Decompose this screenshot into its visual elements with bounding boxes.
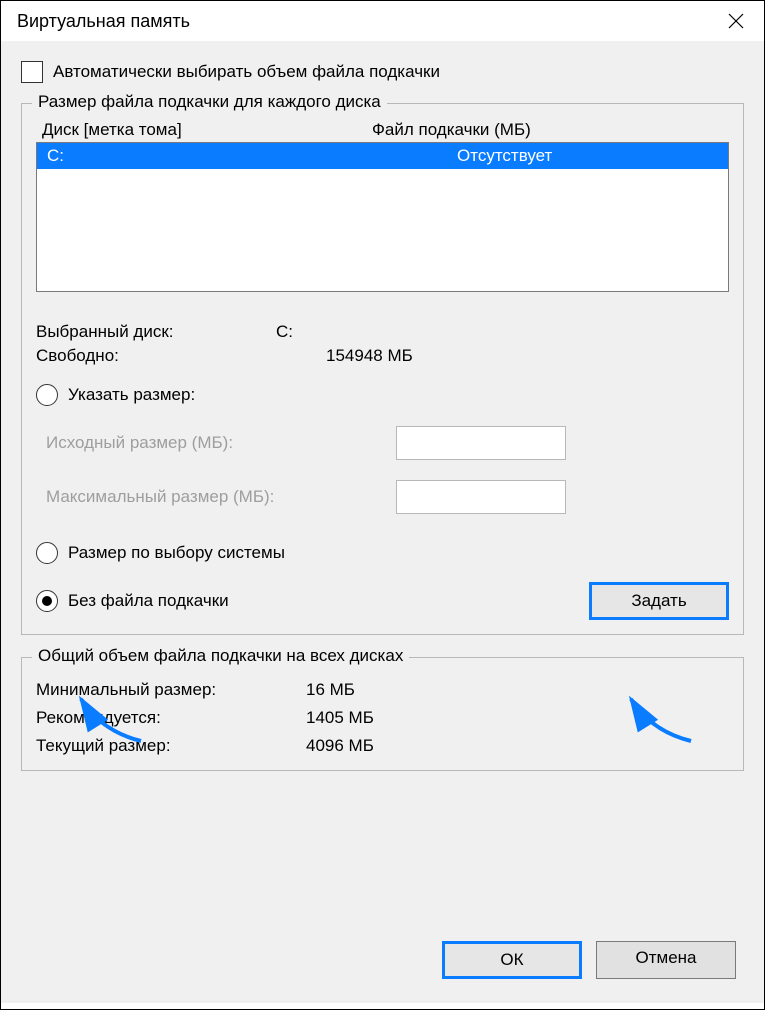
ok-button[interactable]: ОК [442, 941, 582, 979]
min-size-value: 16 МБ [306, 680, 355, 700]
radio-custom-label: Указать размер: [68, 385, 195, 405]
per-drive-group: Размер файла подкачки для каждого диска … [21, 103, 744, 635]
selected-drive-label: Выбранный диск: [36, 322, 266, 342]
drive-row[interactable]: C: Отсутствует [37, 143, 728, 169]
header-drive: Диск [метка тома] [42, 120, 372, 140]
dialog-body: Автоматически выбирать объем файла подка… [1, 41, 764, 1003]
radio-custom-size[interactable] [36, 384, 58, 406]
free-space-label: Свободно: [36, 346, 266, 366]
rec-size-label: Рекомендуется: [36, 708, 306, 728]
close-button[interactable] [724, 9, 748, 33]
custom-size-inputs: Исходный размер (МБ): Максимальный разме… [46, 426, 729, 514]
close-icon [728, 13, 744, 29]
per-drive-legend: Размер файла подкачки для каждого диска [32, 92, 387, 112]
drive-pagefile-value: Отсутствует [437, 146, 718, 166]
radio-system-label: Размер по выбору системы [68, 543, 285, 563]
initial-size-input[interactable] [396, 426, 566, 460]
max-size-label: Максимальный размер (МБ): [46, 487, 396, 507]
window-title: Виртуальная память [17, 11, 190, 32]
initial-size-label: Исходный размер (МБ): [46, 433, 396, 453]
cur-size-value: 4096 МБ [306, 736, 374, 756]
radio-custom-row: Указать размер: [36, 384, 729, 406]
drive-label: C: [47, 146, 437, 166]
cancel-button[interactable]: Отмена [596, 941, 736, 979]
selected-drive-block: Выбранный диск: C: Свободно: 154948 МБ [36, 322, 729, 366]
radio-no-pagefile-label: Без файла подкачки [68, 591, 229, 611]
radio-no-pagefile[interactable] [36, 590, 58, 612]
header-pagefile: Файл подкачки (МБ) [372, 120, 723, 140]
titlebar: Виртуальная память [1, 1, 764, 41]
set-row: Без файла подкачки Задать [36, 582, 729, 620]
rec-size-value: 1405 МБ [306, 708, 374, 728]
dialog-buttons: ОК Отмена [442, 941, 736, 979]
radio-system-row: Размер по выбору системы [36, 542, 729, 564]
auto-manage-row: Автоматически выбирать объем файла подка… [21, 61, 744, 83]
max-size-input[interactable] [396, 480, 566, 514]
drive-list-header: Диск [метка тома] Файл подкачки (МБ) [36, 118, 729, 142]
auto-manage-checkbox[interactable] [21, 61, 43, 83]
min-size-label: Минимальный размер: [36, 680, 306, 700]
drive-list[interactable]: C: Отсутствует [36, 142, 729, 292]
auto-manage-label: Автоматически выбирать объем файла подка… [53, 62, 440, 82]
radio-system-managed[interactable] [36, 542, 58, 564]
totals-group: Общий объем файла подкачки на всех диска… [21, 657, 744, 771]
selected-drive-value: C: [266, 322, 293, 342]
cur-size-label: Текущий размер: [36, 736, 306, 756]
totals-legend: Общий объем файла подкачки на всех диска… [32, 646, 409, 666]
free-space-value: 154948 МБ [266, 346, 413, 366]
set-button[interactable]: Задать [589, 582, 729, 620]
